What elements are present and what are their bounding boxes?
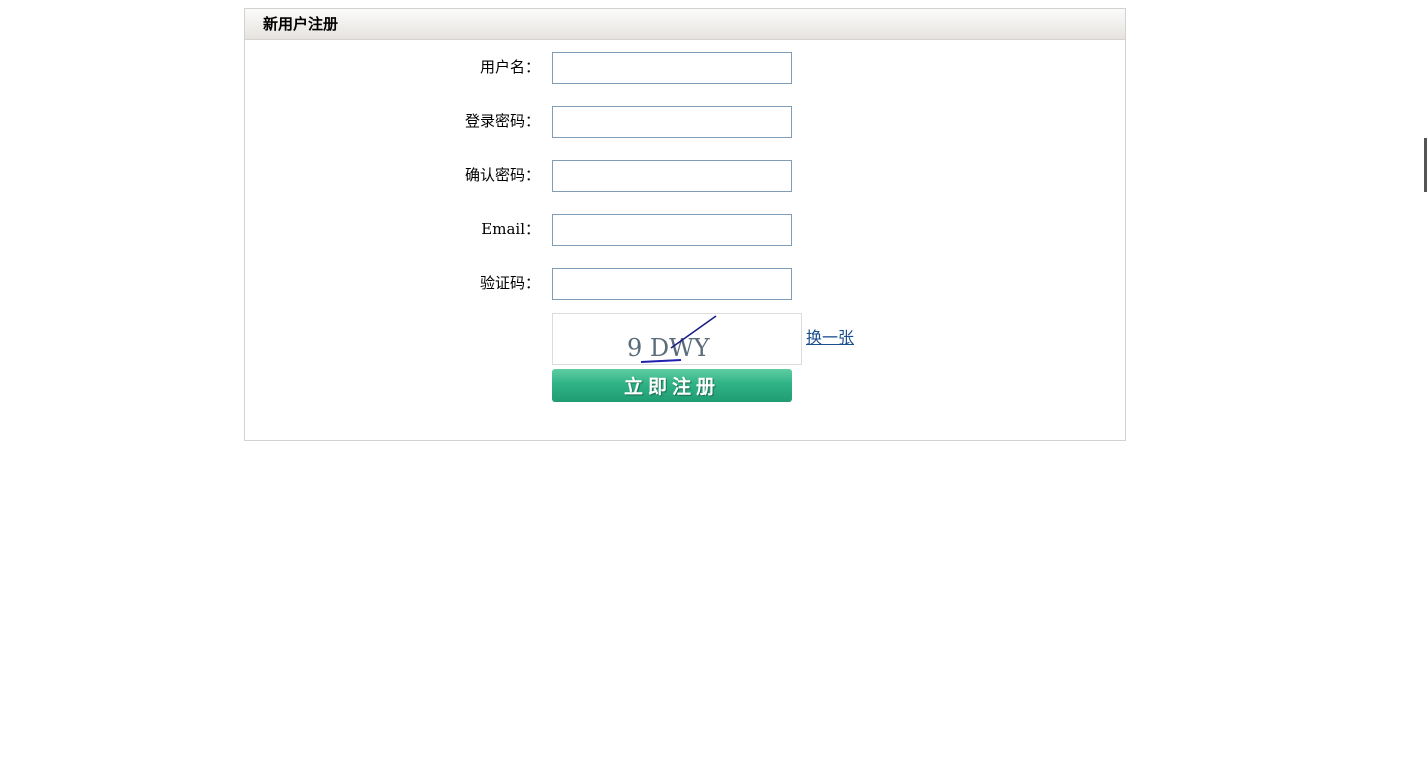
refresh-captcha-link[interactable]: 换一张: [806, 328, 854, 348]
username-input[interactable]: [552, 52, 792, 84]
confirm-password-label: 确认密码：: [464, 166, 540, 184]
registration-panel: 新用户注册 用户名： 登录密码： 确认密码： Email： 验证码： 9 DWY…: [244, 8, 1126, 441]
captcha-label: 验证码：: [479, 274, 540, 292]
captcha-text: 9 DWY: [627, 334, 711, 362]
captcha-image[interactable]: 9 DWY: [552, 313, 802, 365]
email-input[interactable]: [552, 214, 792, 246]
register-button[interactable]: 立即注册: [552, 369, 792, 402]
password-input[interactable]: [552, 106, 792, 138]
confirm-password-input[interactable]: [552, 160, 792, 192]
password-label: 登录密码：: [464, 112, 540, 130]
captcha-input[interactable]: [552, 268, 792, 300]
panel-header: 新用户注册: [245, 9, 1125, 40]
username-label: 用户名：: [479, 58, 540, 76]
captcha-graphic: 9 DWY: [627, 315, 717, 363]
email-label: Email：: [481, 220, 540, 238]
panel-title: 新用户注册: [263, 15, 339, 33]
